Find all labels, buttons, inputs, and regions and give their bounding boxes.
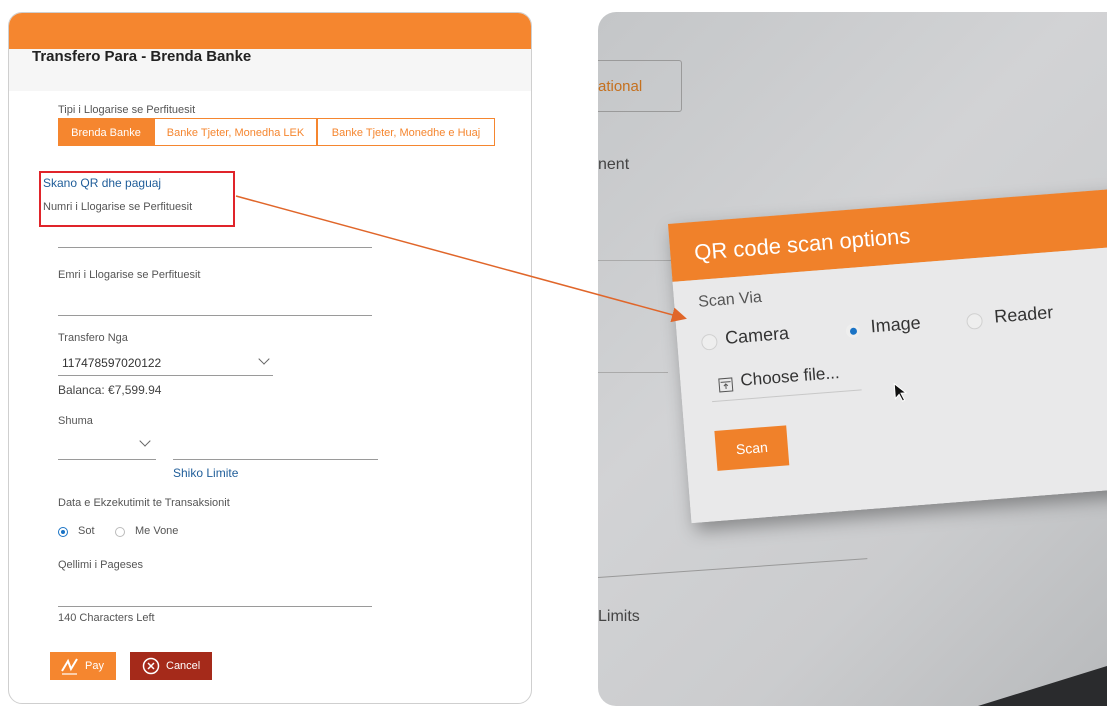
callout-arrow [235,195,687,323]
